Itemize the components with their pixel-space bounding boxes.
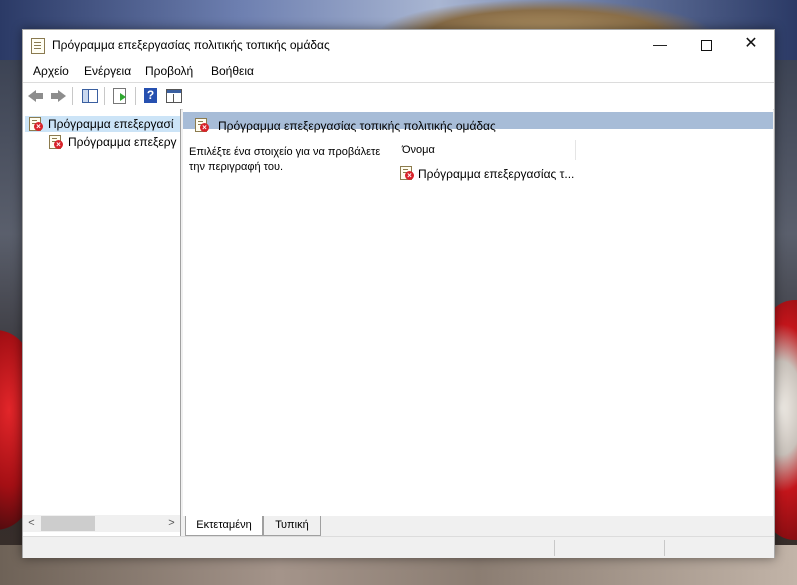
export-list-icon <box>113 88 126 104</box>
forward-arrow-icon <box>51 90 66 102</box>
policy-editor-icon: × <box>29 117 43 131</box>
menu-help[interactable]: Βοήθεια <box>211 64 254 78</box>
app-document-icon <box>31 38 45 54</box>
tree-item-label: Πρόγραμμα επεξεργασί <box>48 117 174 131</box>
properties-button[interactable] <box>165 87 183 105</box>
column-header-name[interactable]: Όνομα <box>397 140 576 160</box>
status-separator <box>554 540 555 556</box>
view-tabs: Εκτεταμένη Τυπική <box>183 516 773 536</box>
back-arrow-icon <box>28 90 43 102</box>
export-list-button[interactable] <box>111 87 129 105</box>
toolbar-separator <box>72 87 73 105</box>
forward-button[interactable] <box>49 87 67 105</box>
tree-item-root[interactable]: × Πρόγραμμα επεξεργασί <box>25 116 180 132</box>
window-title: Πρόγραμμα επεξεργασίας πολιτικής τοπικής… <box>52 38 330 52</box>
policy-editor-icon: × <box>49 135 63 149</box>
maximize-icon <box>700 39 712 51</box>
properties-icon <box>166 89 182 103</box>
tree-item-label: Πρόγραμμα επεξεργ <box>68 135 177 149</box>
scrollbar-thumb[interactable] <box>41 516 95 531</box>
menu-file[interactable]: Αρχείο <box>33 64 69 78</box>
close-button[interactable]: ✕ <box>728 30 774 60</box>
show-hide-tree-button[interactable] <box>81 87 99 105</box>
help-button[interactable]: ? <box>142 87 160 105</box>
tree-horizontal-scrollbar[interactable]: < > <box>23 515 180 532</box>
policy-editor-icon: × <box>400 166 414 180</box>
toolbar-separator <box>135 87 136 105</box>
status-bar <box>23 536 774 558</box>
toolbar-separator <box>104 87 105 105</box>
back-button[interactable] <box>27 87 45 105</box>
list-item[interactable]: × Πρόγραμμα επεξεργασίας τ... <box>400 166 580 182</box>
scroll-left-icon[interactable]: < <box>23 515 40 532</box>
policy-editor-icon: × <box>195 118 209 132</box>
toolbar: ? <box>23 82 774 110</box>
details-header-title: Πρόγραμμα επεξεργασίας τοπικής πολιτικής… <box>218 119 496 133</box>
scroll-right-icon[interactable]: > <box>163 515 180 532</box>
maximize-button[interactable] <box>683 30 729 60</box>
tree-item-child[interactable]: × Πρόγραμμα επεξεργ <box>45 134 180 150</box>
gpedit-window: Πρόγραμμα επεξεργασίας πολιτικής τοπικής… <box>22 29 775 558</box>
list-item-label: Πρόγραμμα επεξεργασίας τ... <box>418 167 575 181</box>
minimize-icon: — <box>653 36 667 52</box>
show-hide-console-tree-icon <box>82 89 98 103</box>
menu-view[interactable]: Προβολή <box>145 64 193 78</box>
description-text: Επιλέξτε ένα στοιχείο για να προβάλετε τ… <box>189 146 381 173</box>
tab-standard[interactable]: Τυπική <box>263 516 321 536</box>
status-separator <box>664 540 665 556</box>
close-icon: ✕ <box>744 35 758 52</box>
column-header-label: Όνομα <box>402 144 435 156</box>
tab-extended[interactable]: Εκτεταμένη <box>185 516 263 536</box>
console-tree: × Πρόγραμμα επεξεργασί × Πρόγραμμα επεξε… <box>23 109 181 536</box>
menu-bar: Αρχείο Ενέργεια Προβολή Βοήθεια <box>23 60 774 82</box>
minimize-button[interactable]: — <box>637 30 683 60</box>
title-bar[interactable]: Πρόγραμμα επεξεργασίας πολιτικής τοπικής… <box>23 30 774 60</box>
menu-action[interactable]: Ενέργεια <box>84 64 131 78</box>
details-pane: × Πρόγραμμα επεξεργασίας τοπικής πολιτικ… <box>183 109 773 536</box>
help-icon: ? <box>144 88 157 103</box>
